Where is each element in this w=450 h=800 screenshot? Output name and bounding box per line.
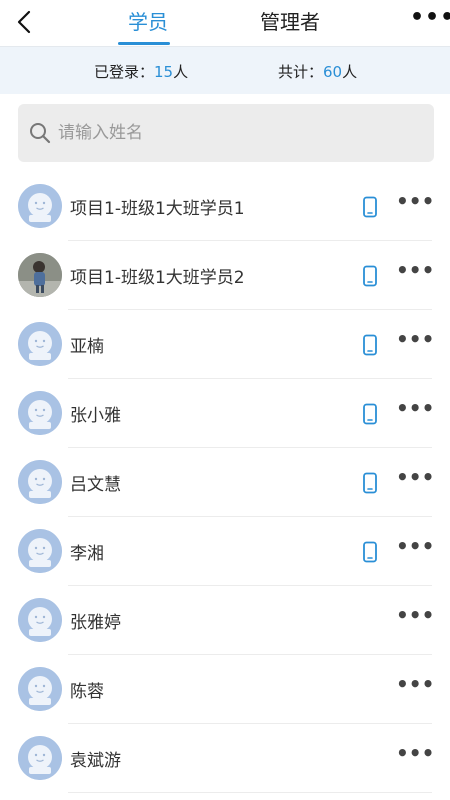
row-more-button[interactable]: •••	[396, 674, 434, 699]
search-icon	[30, 123, 51, 144]
back-button[interactable]	[10, 6, 40, 38]
avatar	[18, 598, 62, 642]
default-avatar-icon	[18, 460, 62, 504]
student-name: 项目1-班级1大班学员2	[70, 268, 245, 288]
avatar	[18, 253, 62, 297]
row-more-button[interactable]: •••	[396, 191, 434, 216]
phone-icon[interactable]	[362, 334, 378, 356]
student-name: 李湘	[70, 544, 104, 564]
total-label: 共计：	[278, 63, 324, 81]
stats-bar: 已登录：15人 共计：60人	[0, 46, 450, 94]
phone-icon[interactable]	[362, 403, 378, 425]
search-box[interactable]	[18, 104, 434, 162]
row-more-button[interactable]: •••	[396, 398, 434, 423]
list-item-5[interactable]: 吕文慧 •••	[0, 448, 450, 517]
student-name: 项目1-班级1大班学员1	[70, 199, 245, 219]
default-avatar-icon	[18, 184, 62, 228]
logged-in-unit: 人	[173, 63, 189, 81]
top-bar: 学员 管理者 •••	[0, 0, 450, 46]
active-tab-indicator	[118, 42, 170, 45]
default-avatar-icon	[18, 598, 62, 642]
list-item-2[interactable]: 项目1-班级1大班学员2 •••	[0, 241, 450, 310]
default-avatar-icon	[18, 529, 62, 573]
list-item-7[interactable]: 张雅婷 •••	[0, 586, 450, 655]
default-avatar-icon	[18, 736, 62, 780]
search-input[interactable]	[58, 118, 418, 148]
list-item-3[interactable]: 亚楠 •••	[0, 310, 450, 379]
student-name: 张小雅	[70, 406, 121, 426]
tab-students[interactable]: 学员	[118, 8, 178, 38]
row-more-button[interactable]: •••	[396, 467, 434, 492]
row-more-button[interactable]: •••	[396, 605, 434, 630]
more-options-button[interactable]: •••	[410, 7, 450, 32]
phone-icon[interactable]	[362, 541, 378, 563]
student-name: 陈蓉	[70, 682, 104, 702]
photo-avatar-icon	[18, 253, 62, 297]
total-unit: 人	[342, 63, 358, 81]
student-list: 项目1-班级1大班学员1 ••• 项目1-班级1大班学员2 ••• 亚楠 •••…	[0, 172, 450, 793]
avatar	[18, 460, 62, 504]
list-item-9[interactable]: 袁斌游 •••	[0, 724, 450, 793]
phone-icon[interactable]	[362, 265, 378, 287]
avatar	[18, 667, 62, 711]
row-more-button[interactable]: •••	[396, 329, 434, 354]
list-item-8[interactable]: 陈蓉 •••	[0, 655, 450, 724]
phone-icon[interactable]	[362, 196, 378, 218]
student-name: 吕文慧	[70, 475, 121, 495]
default-avatar-icon	[18, 391, 62, 435]
row-more-button[interactable]: •••	[396, 743, 434, 768]
tab-admins[interactable]: 管理者	[248, 8, 332, 38]
logged-in-value: 15	[154, 63, 174, 81]
total-count: 共计：60人	[278, 61, 357, 82]
default-avatar-icon	[18, 667, 62, 711]
phone-icon[interactable]	[362, 472, 378, 494]
list-item-4[interactable]: 张小雅 •••	[0, 379, 450, 448]
list-item-1[interactable]: 项目1-班级1大班学员1 •••	[0, 172, 450, 241]
student-name: 袁斌游	[70, 751, 121, 771]
total-value: 60	[323, 63, 343, 81]
logged-in-count: 已登录：15人	[94, 61, 188, 82]
chevron-left-icon	[17, 10, 31, 34]
student-name: 张雅婷	[70, 613, 121, 633]
student-name: 亚楠	[70, 337, 104, 357]
avatar	[18, 391, 62, 435]
row-more-button[interactable]: •••	[396, 536, 434, 561]
avatar	[18, 529, 62, 573]
list-item-6[interactable]: 李湘 •••	[0, 517, 450, 586]
avatar	[18, 184, 62, 228]
row-more-button[interactable]: •••	[396, 260, 434, 285]
logged-in-label: 已登录：	[94, 63, 155, 81]
default-avatar-icon	[18, 322, 62, 366]
avatar	[18, 736, 62, 780]
avatar	[18, 322, 62, 366]
